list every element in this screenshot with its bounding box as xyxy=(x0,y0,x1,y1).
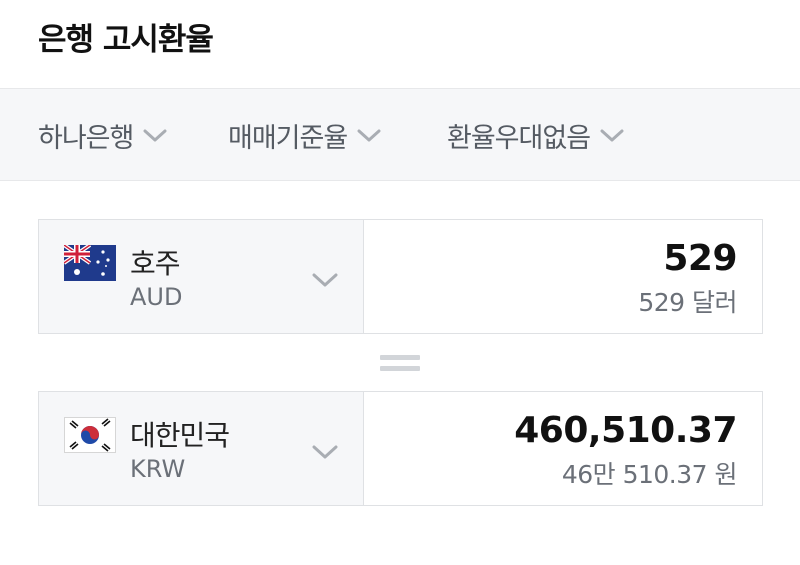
bank-select-label: 하나은행 xyxy=(38,123,134,154)
australia-flag-icon xyxy=(64,245,116,281)
from-amount-input[interactable]: 529 xyxy=(663,238,737,279)
scroll-fade xyxy=(740,89,800,180)
filter-bar: 하나은행 매매기준율 환율우대없음 xyxy=(0,88,800,181)
south-korea-flag-icon xyxy=(64,417,116,453)
preferential-rate-select-label: 환율우대없음 xyxy=(447,123,591,154)
from-currency-select[interactable]: 호주 AUD xyxy=(39,220,364,333)
to-amount-text: 46만 510.37 원 xyxy=(561,460,738,489)
from-currency-name: 호주 xyxy=(130,247,181,280)
to-currency-code: KRW xyxy=(130,455,186,483)
page-title: 은행 고시환율 xyxy=(38,22,214,58)
chevron-down-icon xyxy=(600,129,624,141)
to-currency-select[interactable]: 대한민국 KRW xyxy=(39,392,364,505)
rate-type-select-label: 매매기준율 xyxy=(228,123,348,154)
to-currency-name: 대한민국 xyxy=(130,419,230,452)
bank-select[interactable]: 하나은행 xyxy=(38,89,167,182)
to-amount-value[interactable]: 460,510.37 xyxy=(514,410,737,451)
chevron-down-icon xyxy=(312,445,338,459)
chevron-down-icon xyxy=(357,129,381,141)
rate-type-select[interactable]: 매매기준율 xyxy=(228,89,381,182)
preferential-rate-select[interactable]: 환율우대없음 xyxy=(447,89,624,182)
from-currency-box: 호주 AUD 529 529 달러 xyxy=(38,219,763,334)
to-currency-box: 대한민국 KRW 460,510.37 46만 510.37 원 xyxy=(38,391,763,506)
from-amount-text: 529 달러 xyxy=(638,288,737,317)
from-currency-code: AUD xyxy=(130,283,183,311)
chevron-down-icon xyxy=(143,129,167,141)
equals-icon xyxy=(380,355,420,373)
chevron-down-icon xyxy=(312,273,338,287)
